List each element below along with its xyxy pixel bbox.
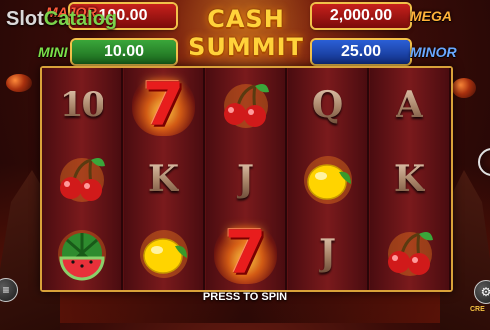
card-symbol-text: J bbox=[318, 232, 337, 274]
card-symbol-a: A bbox=[370, 68, 449, 142]
reel-4: Q J bbox=[288, 68, 369, 290]
press-to-spin-label[interactable]: PRESS TO SPIN bbox=[190, 291, 300, 303]
reel-3: J7 bbox=[206, 68, 287, 290]
game-logo: CASH SUMMIT bbox=[188, 0, 304, 66]
card-symbol-q: Q bbox=[288, 68, 367, 142]
jackpot-mega-label: MEGA bbox=[410, 8, 452, 24]
card-symbol-k: K bbox=[370, 142, 449, 216]
card-symbol-text: A bbox=[395, 84, 424, 126]
reel-5: AK bbox=[370, 68, 451, 290]
card-symbol-text: J bbox=[236, 158, 255, 200]
card-symbol-10: 10 bbox=[42, 68, 121, 142]
reel-1: 10 bbox=[42, 68, 123, 290]
card-symbol-j: J bbox=[206, 142, 285, 216]
lemon-icon bbox=[288, 142, 367, 216]
jackpot-mega-plate: 2,000.00 bbox=[312, 4, 410, 28]
gear-icon: ⚙ bbox=[480, 285, 490, 299]
jackpot-mini-label: MINI bbox=[38, 44, 68, 60]
card-symbol-j: J bbox=[288, 216, 367, 290]
card-symbol-text: K bbox=[147, 158, 180, 200]
logo-line-2: SUMMIT bbox=[188, 33, 304, 61]
watermelon-icon bbox=[42, 216, 121, 290]
menu-icon: ≡ bbox=[2, 283, 10, 297]
card-symbol-text: Q bbox=[311, 84, 344, 126]
reel-grid: 10 7K J7Q JAK bbox=[40, 66, 453, 292]
jackpot-minor-plate: 25.00 bbox=[312, 40, 410, 64]
card-symbol-k: K bbox=[124, 142, 203, 216]
jackpot-mini-value: 10.00 bbox=[103, 43, 145, 60]
card-symbol-text: K bbox=[393, 158, 426, 200]
jackpot-minor-value: 25.00 bbox=[340, 43, 382, 60]
card-symbol-text: 10 bbox=[59, 85, 105, 125]
seven-icon: 7 bbox=[206, 216, 285, 290]
cherry-icon bbox=[206, 68, 285, 142]
lava-rock bbox=[6, 74, 32, 92]
jackpot-mega-value: 2,000.00 bbox=[329, 7, 393, 24]
watermark-prefix: Slot bbox=[6, 8, 44, 30]
jackpot-mini-plate: 10.00 bbox=[72, 40, 176, 64]
credit-label: CRE bbox=[470, 306, 485, 313]
logo-line-1: CASH bbox=[207, 5, 285, 33]
lava-rock bbox=[452, 78, 476, 98]
cherry-icon bbox=[42, 142, 121, 216]
reel-2: 7K bbox=[124, 68, 205, 290]
seven-icon: 7 bbox=[124, 68, 203, 142]
watermark: SlotCatalog bbox=[6, 8, 117, 31]
watermark-suffix: Catalog bbox=[43, 8, 118, 30]
jackpot-minor-label: MINOR bbox=[410, 44, 457, 60]
lemon-icon bbox=[124, 216, 203, 290]
cherry-icon bbox=[370, 216, 449, 290]
